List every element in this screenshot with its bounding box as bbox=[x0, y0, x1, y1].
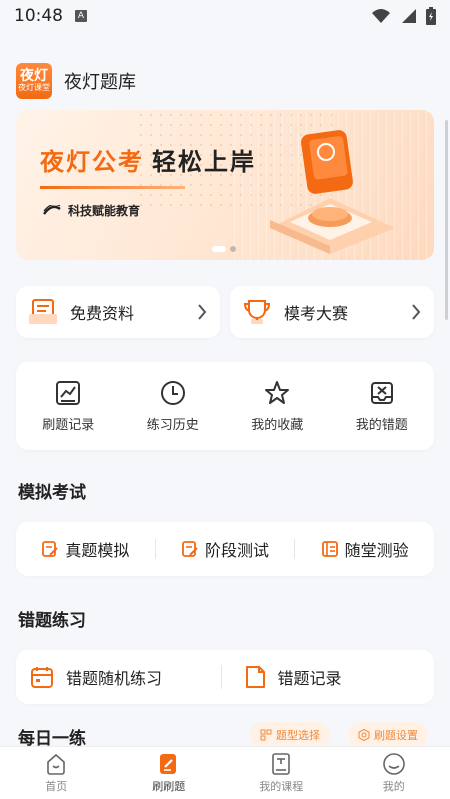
book-icon bbox=[272, 753, 291, 775]
mock-contest-card[interactable]: 模考大赛 bbox=[230, 286, 434, 338]
app-logo: 夜灯 夜灯课堂 bbox=[16, 63, 52, 99]
status-icons bbox=[372, 7, 436, 25]
grid-icon bbox=[260, 729, 272, 741]
mock-item-label: 阶段测试 bbox=[205, 541, 270, 560]
calendar-icon bbox=[31, 667, 53, 688]
tool-label: 练习历史 bbox=[146, 417, 199, 433]
book-list-icon bbox=[321, 541, 338, 557]
practice-pen-icon bbox=[159, 754, 176, 774]
tab-label: 我的 bbox=[382, 780, 405, 793]
mock-stage-test[interactable]: 阶段测试 bbox=[156, 537, 295, 561]
tool-my-wrong[interactable]: 我的错题 bbox=[330, 362, 435, 450]
wrong-item-label: 错题随机练习 bbox=[66, 669, 163, 688]
tab-my-courses[interactable]: 我的课程 bbox=[225, 747, 338, 799]
home-icon bbox=[47, 753, 66, 775]
mock-real-exam[interactable]: 真题模拟 bbox=[16, 537, 155, 561]
wrong-random-practice[interactable]: 错题随机练习 bbox=[16, 665, 221, 689]
gear-icon bbox=[358, 729, 370, 741]
clock-icon bbox=[160, 380, 185, 405]
tab-label: 我的课程 bbox=[259, 780, 304, 793]
tool-label: 我的错题 bbox=[355, 417, 408, 433]
status-bar: 10:48 A bbox=[0, 0, 450, 32]
scrollbar[interactable] bbox=[445, 120, 448, 320]
mock-contest-label: 模考大赛 bbox=[284, 304, 349, 323]
profile-ring-icon bbox=[382, 753, 405, 775]
tab-me[interactable]: 我的 bbox=[338, 747, 450, 799]
mock-exam-card: 真题模拟 阶段测试 随堂测验 bbox=[16, 522, 434, 576]
wrong-practice-title: 错题练习 bbox=[18, 611, 86, 631]
document-tray-icon bbox=[29, 299, 57, 324]
mock-item-label: 真题模拟 bbox=[65, 541, 130, 560]
brand-swirl-icon bbox=[43, 204, 61, 215]
free-materials-card[interactable]: 免费资料 bbox=[16, 286, 220, 338]
pen-document-icon bbox=[42, 541, 59, 557]
tool-practice-record[interactable]: 刷题记录 bbox=[16, 362, 121, 450]
pager-dot-active[interactable] bbox=[212, 246, 226, 252]
free-materials-label: 免费资料 bbox=[70, 304, 135, 323]
tab-label: 首页 bbox=[45, 780, 68, 793]
pager-dot[interactable] bbox=[230, 246, 236, 252]
tool-label: 刷题记录 bbox=[42, 417, 95, 433]
battery-icon bbox=[426, 7, 436, 25]
wrong-item-label: 错题记录 bbox=[277, 669, 342, 688]
banner-title: 夜灯公考 轻松上岸 bbox=[40, 142, 256, 177]
mock-exam-title: 模拟考试 bbox=[18, 483, 86, 503]
banner-title-slogan: 轻松上岸 bbox=[152, 148, 256, 176]
wrong-practice-card: 错题随机练习 错题记录 bbox=[16, 650, 434, 704]
wifi-icon bbox=[372, 9, 390, 23]
tool-label: 我的收藏 bbox=[251, 417, 304, 433]
wrong-record[interactable]: 错题记录 bbox=[222, 665, 435, 689]
chevron-right-icon bbox=[198, 304, 207, 320]
promo-banner[interactable]: 夜灯公考 轻松上岸 科技赋能教育 bbox=[16, 110, 434, 260]
wrong-tray-icon bbox=[370, 381, 393, 404]
question-type-chip[interactable]: 题型选择 bbox=[250, 722, 330, 748]
practice-settings-chip[interactable]: 刷题设置 bbox=[348, 722, 428, 748]
trophy-icon bbox=[243, 300, 271, 324]
signal-icon bbox=[402, 9, 416, 23]
mock-class-quiz[interactable]: 随堂测验 bbox=[295, 537, 434, 561]
app-title: 夜灯题库 bbox=[64, 72, 136, 93]
pen-document-icon bbox=[182, 541, 198, 557]
tab-practice[interactable]: 刷刷题 bbox=[113, 747, 226, 799]
tools-grid: 刷题记录 练习历史 我的收藏 我的错题 bbox=[16, 362, 434, 450]
banner-pager[interactable] bbox=[212, 246, 236, 252]
banner-title-brand: 夜灯公考 bbox=[40, 148, 144, 176]
tool-my-favorites[interactable]: 我的收藏 bbox=[225, 362, 330, 450]
logo-caption: 夜灯课堂 bbox=[18, 83, 50, 93]
note-icon bbox=[245, 666, 265, 688]
logo-mark: 夜灯 bbox=[20, 67, 48, 84]
tab-label: 刷刷题 bbox=[152, 780, 186, 793]
banner-underline bbox=[40, 186, 185, 189]
bottom-tab-bar: 首页 刷刷题 我的课程 我的 bbox=[0, 746, 450, 799]
app-header: 夜灯 夜灯课堂 夜灯题库 bbox=[16, 62, 136, 100]
tool-practice-history[interactable]: 练习历史 bbox=[121, 362, 226, 450]
banner-3d-illustration bbox=[270, 130, 395, 254]
banner-subtitle: 科技赋能教育 bbox=[42, 202, 140, 219]
banner-subtitle-text: 科技赋能教育 bbox=[68, 204, 141, 218]
tab-home[interactable]: 首页 bbox=[0, 747, 113, 799]
mock-item-label: 随堂测验 bbox=[344, 541, 409, 560]
chart-icon bbox=[56, 380, 81, 405]
chevron-right-icon bbox=[412, 304, 421, 320]
chip-label: 题型选择 bbox=[276, 729, 320, 742]
notification-a-icon: A bbox=[75, 10, 87, 22]
star-icon bbox=[265, 380, 290, 404]
status-time: 10:48 bbox=[14, 6, 63, 26]
chip-label: 刷题设置 bbox=[374, 729, 418, 742]
